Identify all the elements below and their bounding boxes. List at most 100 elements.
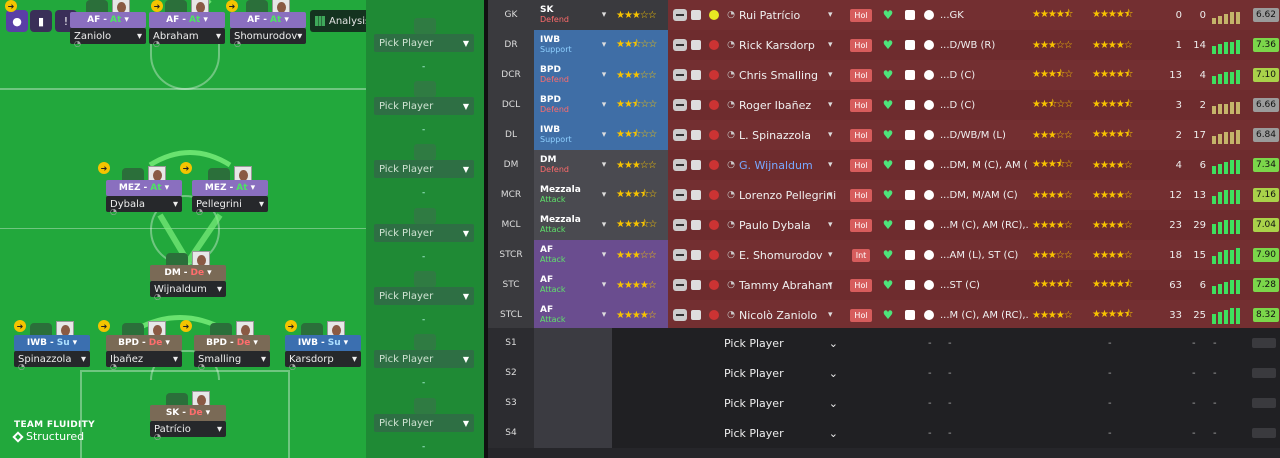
player-card[interactable]: SK - De ▾ ◔ Patrício ▾ xyxy=(150,391,228,441)
player-name[interactable]: Lorenzo Pellegrini xyxy=(739,180,839,210)
role-badge[interactable]: MEZ - At ▾ xyxy=(106,180,182,196)
player-dropdown-icon[interactable]: ▾ xyxy=(828,300,844,330)
training-tag[interactable]: Hol xyxy=(848,60,874,90)
controller-icon[interactable] xyxy=(670,120,690,150)
training-tag[interactable]: Hol xyxy=(848,150,874,180)
role-badge[interactable]: IWB - Su ▾ xyxy=(14,335,90,351)
controller-icon[interactable] xyxy=(670,30,690,60)
role-badge[interactable]: AF - At ▾ xyxy=(230,12,306,28)
substitute-row[interactable]: S3 Pick Player ⌄ - - - - - xyxy=(488,388,1280,418)
squad-row[interactable]: DM DM Defend ▾ ★★★☆☆ ◔ G. Wijnaldum ▾ Hol ♥ ...DM,… xyxy=(488,150,1280,180)
controller-icon[interactable] xyxy=(670,210,690,240)
training-tag[interactable]: Hol xyxy=(848,210,874,240)
training-tag[interactable]: Hol xyxy=(848,30,874,60)
player-dropdown-icon[interactable]: ▾ xyxy=(828,0,844,30)
player-dropdown-icon[interactable]: ▾ xyxy=(828,90,844,120)
controller-icon[interactable] xyxy=(670,270,690,300)
role-dropdown-icon[interactable]: ▾ xyxy=(596,300,612,330)
player-name-field[interactable]: ◔ Wijnaldum ▾ xyxy=(150,281,226,301)
controller-icon[interactable] xyxy=(670,90,690,120)
player-dropdown-icon[interactable]: ▾ xyxy=(828,270,844,300)
substitute-row[interactable]: S2 Pick Player ⌄ - - - - - xyxy=(488,358,1280,388)
substitute-row[interactable]: S1 Pick Player ⌄ - - - - - xyxy=(488,328,1280,358)
role-dropdown-icon[interactable]: ▾ xyxy=(596,30,612,60)
training-tag[interactable]: Int xyxy=(848,240,874,270)
player-name[interactable]: Roger Ibañez xyxy=(739,90,839,120)
role-badge[interactable]: IWB - Su ▾ xyxy=(285,335,361,351)
player-card[interactable]: MEZ - At ▾ ◔ Pellegrini ▾ xyxy=(192,166,270,216)
player-name[interactable]: E. Shomurodov xyxy=(739,240,839,270)
role-badge[interactable]: MEZ - At ▾ xyxy=(192,180,268,196)
role-badge[interactable]: BPD - De ▾ xyxy=(106,335,182,351)
player-name-field[interactable]: ◔ Karsdorp ▾ xyxy=(285,351,361,371)
player-name-field[interactable]: ◔ Spinazzola ▾ xyxy=(14,351,90,371)
player-dropdown-icon[interactable]: ▾ xyxy=(828,240,844,270)
substitute-row[interactable]: S4 Pick Player ⌄ - - - - - xyxy=(488,418,1280,448)
player-dropdown-icon[interactable]: ▾ xyxy=(828,30,844,60)
player-card[interactable]: IWB - Su ▾ ◔ Karsdorp ▾ xyxy=(285,321,363,371)
player-card[interactable]: BPD - De ▾ ◔ Ibañez ▾ xyxy=(106,321,184,371)
pick-player-select[interactable]: Pick Player ⌄ xyxy=(724,388,844,418)
instruction-bolt-icon[interactable]: ➜ xyxy=(98,320,110,332)
squad-row[interactable]: DL IWB Support ▾ ★★⯪☆☆ ◔ L. Spinazzola ▾ Hol ♥...… xyxy=(488,120,1280,150)
player-name[interactable]: L. Spinazzola xyxy=(739,120,839,150)
player-name[interactable]: Tammy Abraham xyxy=(739,270,839,300)
role-dropdown-icon[interactable]: ▾ xyxy=(596,240,612,270)
role-badge[interactable]: DM - De ▾ xyxy=(150,265,226,281)
player-name-field[interactable]: ◔ Zaniolo ▾ xyxy=(70,28,146,48)
player-name-field[interactable]: ◔ Dybala ▾ xyxy=(106,196,182,216)
instruction-bolt-icon[interactable]: ➜ xyxy=(180,320,192,332)
controller-icon[interactable] xyxy=(670,60,690,90)
player-name-field[interactable]: ◔ Ibañez ▾ xyxy=(106,351,182,371)
player-dropdown-icon[interactable]: ▾ xyxy=(828,60,844,90)
instruction-bolt-icon[interactable]: ➜ xyxy=(285,320,297,332)
player-card[interactable]: AF - At ▾ ◔ Shomurodov ▾ xyxy=(230,0,308,48)
player-card[interactable]: MEZ - At ▾ ◔ Dybala ▾ xyxy=(106,166,184,216)
squad-row[interactable]: DCR BPD Defend ▾ ★★★☆☆ ◔ Chris Smalling ▾ Hol ♥..… xyxy=(488,60,1280,90)
role-dropdown-icon[interactable]: ▾ xyxy=(596,60,612,90)
role-badge[interactable]: AF - At ▾ xyxy=(149,12,225,28)
instruction-bolt-icon[interactable]: ➜ xyxy=(180,162,192,174)
controller-icon[interactable] xyxy=(670,240,690,270)
training-tag[interactable]: Hol xyxy=(848,120,874,150)
player-dropdown-icon[interactable]: ▾ xyxy=(828,150,844,180)
player-dropdown-icon[interactable]: ▾ xyxy=(828,210,844,240)
role-badge[interactable]: BPD - De ▾ xyxy=(194,335,270,351)
player-name-field[interactable]: ◔ Smalling ▾ xyxy=(194,351,270,371)
controller-icon[interactable] xyxy=(670,0,690,30)
role-dropdown-icon[interactable]: ▾ xyxy=(596,180,612,210)
player-card[interactable]: IWB - Su ▾ ◔ Spinazzola ▾ xyxy=(14,321,92,371)
controller-icon[interactable] xyxy=(670,300,690,330)
pick-player-select[interactable]: Pick Player ▼ xyxy=(374,97,474,115)
training-tag[interactable]: Hol xyxy=(848,180,874,210)
role-badge[interactable]: SK - De ▾ xyxy=(150,405,226,421)
instruction-bolt-icon[interactable]: ➜ xyxy=(151,0,163,12)
role-dropdown-icon[interactable]: ▾ xyxy=(596,0,612,30)
role-dropdown-icon[interactable]: ▾ xyxy=(596,120,612,150)
player-name-field[interactable]: ◔ Shomurodov ▾ xyxy=(230,28,306,48)
pick-player-select[interactable]: Pick Player ⌄ xyxy=(724,358,844,388)
squad-row[interactable]: DCL BPD Defend ▾ ★★⯪☆☆ ◔ Roger Ibañez ▾ Hol ♥ ...D… xyxy=(488,90,1280,120)
role-badge[interactable]: AF - At ▾ xyxy=(70,12,146,28)
squad-row[interactable]: GK SK Defend ▾ ★★★☆☆ ◔ Rui Patrício ▾ Hol ♥ ...GK ★… xyxy=(488,0,1280,30)
role-dropdown-icon[interactable]: ▾ xyxy=(596,90,612,120)
pick-player-select[interactable]: Pick Player ▼ xyxy=(374,414,474,432)
player-name[interactable]: Rui Patrício xyxy=(739,0,839,30)
squad-row[interactable]: DR IWB Support ▾ ★★⯪☆☆ ◔ Rick Karsdorp ▾ Hol ♥...… xyxy=(488,30,1280,60)
player-card[interactable]: DM - De ▾ ◔ Wijnaldum ▾ xyxy=(150,251,228,301)
controller-icon[interactable] xyxy=(670,150,690,180)
player-card[interactable]: AF - At ▾ ◔ Zaniolo ▾ xyxy=(70,0,148,48)
pick-player-select[interactable]: Pick Player ▼ xyxy=(374,224,474,242)
squad-row[interactable]: MCR Mezzala Attack ▾ ★★★⯪☆ ◔ Lorenzo Pellegrin… xyxy=(488,180,1280,210)
controller-icon[interactable] xyxy=(670,180,690,210)
training-tag[interactable]: Hol xyxy=(848,300,874,330)
player-name[interactable]: Nicolò Zaniolo xyxy=(739,300,839,330)
player-dropdown-icon[interactable]: ▾ xyxy=(828,120,844,150)
squad-row[interactable]: STC AF Attack ▾ ★★★★☆ ◔ Tammy Abraham ▾ Hol ♥ ...S… xyxy=(488,270,1280,300)
player-name[interactable]: G. Wijnaldum xyxy=(739,150,839,180)
pick-player-select[interactable]: Pick Player ▼ xyxy=(374,350,474,368)
player-name[interactable]: Chris Smalling xyxy=(739,60,839,90)
player-name-field[interactable]: ◔ Abraham ▾ xyxy=(149,28,225,48)
squad-row[interactable]: STCR AF Attack ▾ ★★★☆☆ ◔ E. Shomurodov ▾ Int ♥...… xyxy=(488,240,1280,270)
role-dropdown-icon[interactable]: ▾ xyxy=(596,270,612,300)
